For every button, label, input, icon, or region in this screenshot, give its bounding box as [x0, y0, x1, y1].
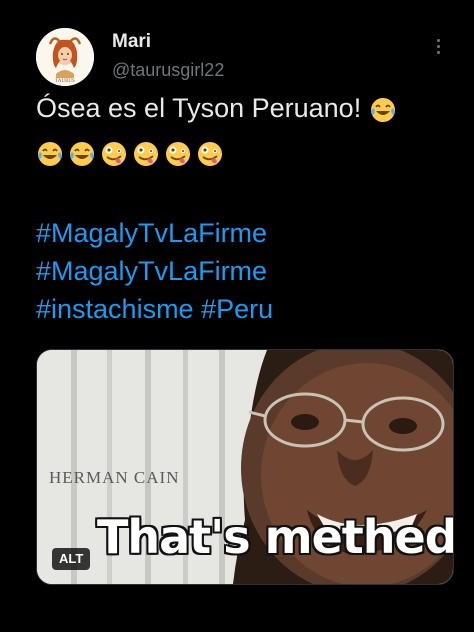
alt-badge[interactable]: ALT: [52, 548, 91, 570]
taurus-avatar-image: TAURUS: [36, 28, 94, 86]
hashtag-link[interactable]: #instachisme: [36, 294, 194, 324]
tears-of-joy-emoji: [36, 140, 64, 168]
hashtag-link[interactable]: #MagalyTvLaFirme: [36, 218, 267, 248]
tears-of-joy-emoji: [369, 96, 397, 124]
hashtag-line: #instachisme #Peru: [36, 290, 456, 328]
hashtags: #MagalyTvLaFirme #MagalyTvLaFirme #insta…: [36, 214, 456, 328]
user-names: Mari @taurusgirl22: [112, 30, 224, 82]
zany-face-emoji: [164, 140, 192, 168]
tweet-sentence: Ósea es el Tyson Peruano!: [36, 93, 362, 123]
more-dots-icon[interactable]: [428, 34, 448, 58]
user-handle[interactable]: @taurusgirl22: [112, 58, 224, 82]
hashtag-line: #MagalyTvLaFirme: [36, 214, 456, 252]
meme-caption: That's methed up: [97, 510, 454, 564]
hashtag-line: #MagalyTvLaFirme: [36, 252, 456, 290]
tweet-text-line: Ósea es el Tyson Peruano!: [36, 88, 456, 128]
tweet-header: TAURUS Mari @taurusgirl22: [36, 28, 456, 86]
svg-text:TAURUS: TAURUS: [55, 79, 75, 84]
hashtag-link[interactable]: #Peru: [201, 294, 273, 324]
hashtag-link[interactable]: #MagalyTvLaFirme: [36, 256, 267, 286]
tweet[interactable]: TAURUS Mari @taurusgirl22 Ósea es el Tys…: [0, 0, 474, 632]
tears-of-joy-emoji: [68, 140, 96, 168]
tweet-text: Ósea es el Tyson Peruano!: [36, 88, 456, 172]
zany-face-emoji: [132, 140, 160, 168]
emoji-row: [36, 132, 456, 172]
background-sign-text: HERMAN CAIN: [49, 468, 180, 487]
zany-face-emoji: [100, 140, 128, 168]
avatar[interactable]: TAURUS: [36, 28, 94, 86]
tweet-media-gif[interactable]: HERMAN CAIN That's methed up ALT: [36, 349, 454, 585]
zany-face-emoji: [196, 140, 224, 168]
display-name[interactable]: Mari: [112, 30, 224, 54]
